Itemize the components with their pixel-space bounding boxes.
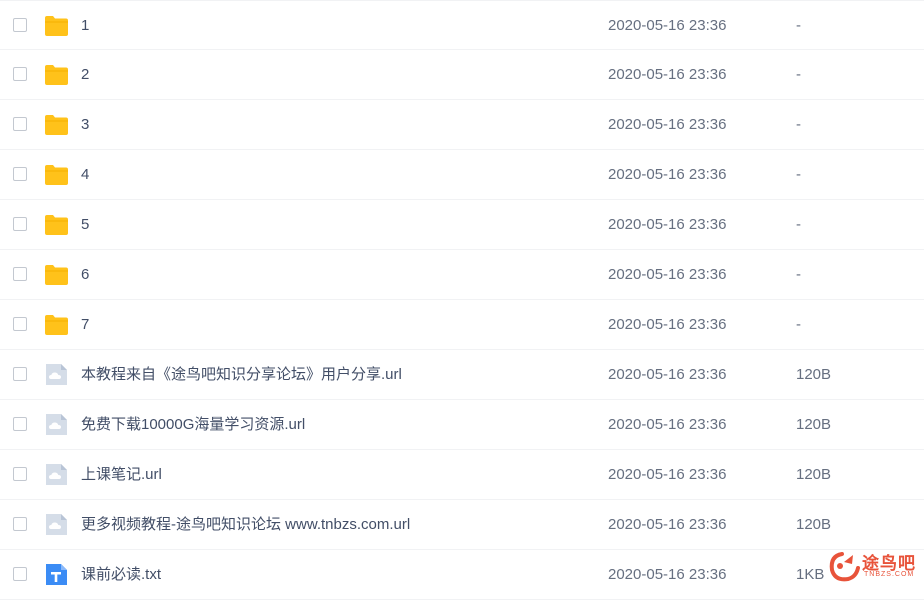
file-name[interactable]: 6 (81, 265, 89, 285)
file-row[interactable]: 2 2020-05-16 23:36 - (0, 50, 924, 100)
file-row[interactable]: 1 2020-05-16 23:36 - (0, 0, 924, 50)
row-checkbox[interactable] (13, 417, 27, 431)
file-size: - (796, 166, 801, 183)
file-date: 2020-05-16 23:36 (608, 116, 727, 133)
file-name[interactable]: 2 (81, 65, 89, 85)
file-date: 2020-05-16 23:36 (608, 466, 727, 483)
file-name[interactable]: 1 (81, 16, 89, 36)
folder-icon (44, 312, 69, 337)
file-row[interactable]: 7 2020-05-16 23:36 - (0, 300, 924, 350)
file-name[interactable]: 3 (81, 115, 89, 135)
file-row[interactable]: 本教程来自《途鸟吧知识分享论坛》用户分享.url 2020-05-16 23:3… (0, 350, 924, 400)
row-checkbox[interactable] (13, 18, 27, 32)
text-file-icon (44, 562, 69, 587)
file-row[interactable]: 课前必读.txt 2020-05-16 23:36 1KB (0, 550, 924, 600)
file-size: - (796, 216, 801, 233)
file-date: 2020-05-16 23:36 (608, 66, 727, 83)
file-row[interactable]: 更多视频教程-途鸟吧知识论坛 www.tnbzs.com.url 2020-05… (0, 500, 924, 550)
file-date: 2020-05-16 23:36 (608, 17, 727, 34)
row-checkbox[interactable] (13, 367, 27, 381)
watermark-subtitle: TNBZS.COM (864, 571, 915, 578)
link-file-icon (44, 412, 69, 437)
file-row[interactable]: 上课笔记.url 2020-05-16 23:36 120B (0, 450, 924, 500)
file-name[interactable]: 免费下载10000G海量学习资源.url (81, 415, 305, 435)
file-name[interactable]: 课前必读.txt (81, 565, 161, 585)
folder-icon (44, 13, 69, 38)
file-row[interactable]: 3 2020-05-16 23:36 - (0, 100, 924, 150)
file-date: 2020-05-16 23:36 (608, 416, 727, 433)
file-name[interactable]: 本教程来自《途鸟吧知识分享论坛》用户分享.url (81, 365, 402, 385)
row-checkbox[interactable] (13, 167, 27, 181)
watermark-logo-icon (829, 552, 860, 582)
file-size: - (796, 17, 801, 34)
file-name[interactable]: 7 (81, 315, 89, 335)
row-checkbox[interactable] (13, 567, 27, 581)
file-date: 2020-05-16 23:36 (608, 566, 727, 583)
file-name[interactable]: 4 (81, 165, 89, 185)
row-checkbox[interactable] (13, 317, 27, 331)
file-size: - (796, 266, 801, 283)
row-checkbox[interactable] (13, 67, 27, 81)
file-row[interactable]: 6 2020-05-16 23:36 - (0, 250, 924, 300)
folder-icon (44, 162, 69, 187)
file-row[interactable]: 4 2020-05-16 23:36 - (0, 150, 924, 200)
file-date: 2020-05-16 23:36 (608, 216, 727, 233)
file-size: 120B (796, 466, 832, 483)
folder-icon (44, 112, 69, 137)
link-file-icon (44, 512, 69, 537)
file-date: 2020-05-16 23:36 (608, 166, 727, 183)
row-checkbox[interactable] (13, 267, 27, 281)
folder-icon (44, 262, 69, 287)
link-file-icon (44, 462, 69, 487)
row-checkbox[interactable] (13, 217, 27, 231)
file-size: 120B (796, 516, 832, 533)
file-row[interactable]: 免费下载10000G海量学习资源.url 2020-05-16 23:36 12… (0, 400, 924, 450)
file-size: - (796, 316, 801, 333)
file-name[interactable]: 上课笔记.url (81, 465, 162, 485)
file-date: 2020-05-16 23:36 (608, 366, 727, 383)
link-file-icon (44, 362, 69, 387)
file-size: 120B (796, 366, 832, 383)
row-checkbox[interactable] (13, 117, 27, 131)
file-date: 2020-05-16 23:36 (608, 266, 727, 283)
file-size: - (796, 116, 801, 133)
folder-icon (44, 62, 69, 87)
folder-icon (44, 212, 69, 237)
row-checkbox[interactable] (13, 467, 27, 481)
file-name[interactable]: 更多视频教程-途鸟吧知识论坛 www.tnbzs.com.url (81, 515, 410, 535)
file-name[interactable]: 5 (81, 215, 89, 235)
site-watermark: 途鸟吧 TNBZS.COM (820, 546, 924, 586)
file-size: 120B (796, 416, 832, 433)
file-size: - (796, 66, 801, 83)
file-date: 2020-05-16 23:36 (608, 516, 727, 533)
file-row[interactable]: 5 2020-05-16 23:36 - (0, 200, 924, 250)
file-list: 1 2020-05-16 23:36 - 2 2020-05-16 23:36 … (0, 0, 924, 600)
file-date: 2020-05-16 23:36 (608, 316, 727, 333)
row-checkbox[interactable] (13, 517, 27, 531)
